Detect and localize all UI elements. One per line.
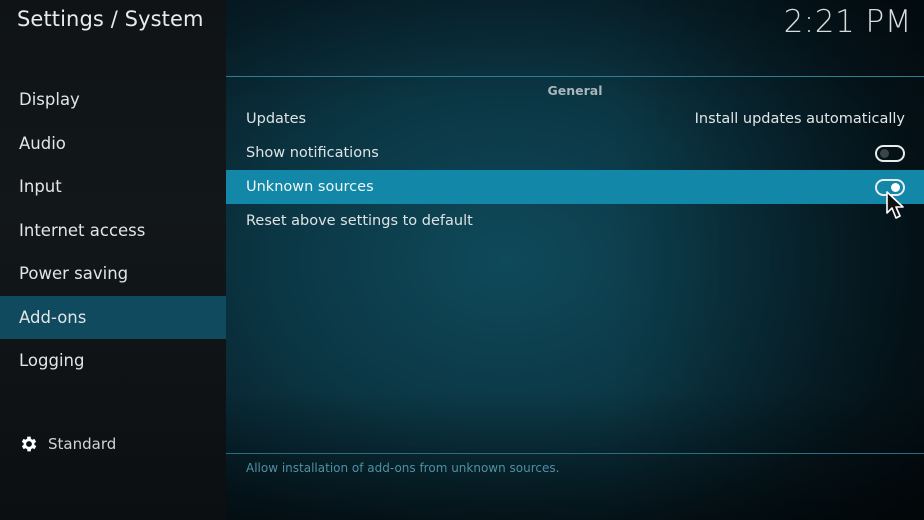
sidebar-nav: Display Audio Input Internet access Powe… xyxy=(0,78,226,383)
setting-label: Reset above settings to default xyxy=(246,213,473,229)
sidebar-item-audio[interactable]: Audio xyxy=(0,122,226,166)
sidebar-item-display[interactable]: Display xyxy=(0,78,226,122)
show-notifications-toggle[interactable] xyxy=(875,144,905,162)
gear-icon xyxy=(21,436,37,452)
sidebar-item-add-ons[interactable]: Add-ons xyxy=(0,295,226,339)
settings-level-label: Standard xyxy=(48,435,117,453)
settings-list: Updates Install updates automatically Sh… xyxy=(226,102,924,238)
setting-label: Updates xyxy=(246,111,307,127)
setting-reset-defaults[interactable]: Reset above settings to default xyxy=(226,204,924,238)
setting-label: Show notifications xyxy=(246,145,379,161)
bottom-divider xyxy=(226,453,924,454)
sidebar-item-internet-access[interactable]: Internet access xyxy=(0,209,226,253)
sidebar-item-power-saving[interactable]: Power saving xyxy=(0,252,226,296)
setting-show-notifications[interactable]: Show notifications xyxy=(226,136,924,170)
setting-value: Install updates automatically xyxy=(694,111,905,127)
section-title: General xyxy=(547,83,603,98)
top-divider xyxy=(226,76,924,77)
clock: 2:21 PM xyxy=(783,4,912,40)
main-panel: General Updates Install updates automati… xyxy=(226,0,924,520)
setting-description: Allow installation of add-ons from unkno… xyxy=(246,461,560,475)
sidebar: Settings / System Display Audio Input In… xyxy=(0,0,226,520)
setting-unknown-sources[interactable]: Unknown sources xyxy=(226,170,924,204)
page-title: Settings / System xyxy=(17,7,204,31)
sidebar-item-logging[interactable]: Logging xyxy=(0,339,226,383)
toggle-knob xyxy=(880,148,889,158)
sidebar-item-input[interactable]: Input xyxy=(0,165,226,209)
mouse-pointer-icon xyxy=(886,191,904,219)
setting-label: Unknown sources xyxy=(246,179,374,195)
setting-updates[interactable]: Updates Install updates automatically xyxy=(226,102,924,136)
settings-level-button[interactable]: Standard xyxy=(19,434,116,454)
